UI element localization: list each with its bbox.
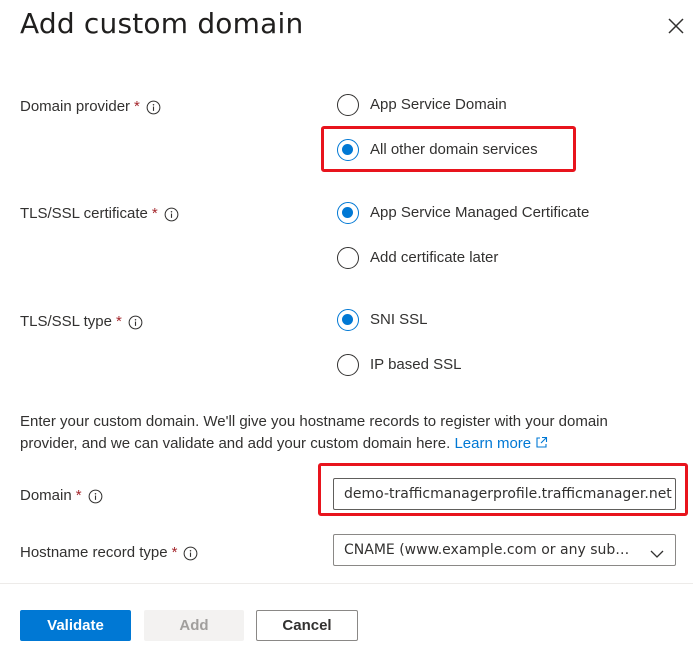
tls-type-label-text: TLS/SSL type xyxy=(20,313,112,330)
required-asterisk: * xyxy=(134,98,140,115)
hostname-record-type-dropdown[interactable]: CNAME (www.example.com or any subdomain) xyxy=(333,534,676,566)
radio-label: App Service Domain xyxy=(370,96,507,113)
validate-button[interactable]: Validate xyxy=(20,610,131,641)
info-icon[interactable] xyxy=(183,546,198,561)
radio-ip-based-ssl[interactable]: IP based SSL xyxy=(337,354,461,376)
required-asterisk: * xyxy=(75,487,82,504)
hostname-record-type-label-text: Hostname record type xyxy=(20,544,168,561)
add-button[interactable]: Add xyxy=(144,610,244,641)
radio-all-other-domain-services[interactable]: All other domain services xyxy=(337,139,538,161)
radio-sni-ssl[interactable]: SNI SSL xyxy=(337,309,428,331)
domain-provider-label-text: Domain provider xyxy=(20,98,131,115)
domain-label-text: Domain xyxy=(20,487,72,504)
info-icon[interactable] xyxy=(128,315,143,330)
domain-input[interactable]: demo-trafficmanagerprofile.trafficmanage… xyxy=(333,478,676,510)
required-asterisk: * xyxy=(116,313,122,330)
tls-certificate-label: TLS/SSL certificate * xyxy=(20,204,179,224)
radio-circle-selected[interactable] xyxy=(337,309,359,331)
learn-more-text: Learn more xyxy=(454,435,532,452)
radio-app-service-managed-certificate[interactable]: App Service Managed Certificate xyxy=(337,202,589,224)
radio-circle[interactable] xyxy=(337,94,359,116)
panel-title: Add custom domain xyxy=(20,7,304,40)
tls-certificate-label-text: TLS/SSL certificate xyxy=(20,205,148,222)
radio-label: App Service Managed Certificate xyxy=(370,204,590,221)
required-asterisk: * xyxy=(171,544,178,561)
radio-circle[interactable] xyxy=(337,247,359,269)
hostname-record-type-label: Hostname record type * xyxy=(20,543,198,563)
info-icon[interactable] xyxy=(146,100,161,115)
radio-add-certificate-later[interactable]: Add certificate later xyxy=(337,247,498,269)
radio-label: All other domain services xyxy=(370,141,538,158)
radio-label: Add certificate later xyxy=(370,249,499,266)
domain-label: Domain * xyxy=(20,486,103,506)
custom-domain-description: Enter your custom domain. We'll give you… xyxy=(20,411,660,455)
learn-more-link[interactable]: Learn more xyxy=(454,435,548,452)
external-link-icon xyxy=(535,434,548,448)
radio-label: IP based SSL xyxy=(370,356,462,373)
info-icon[interactable] xyxy=(88,489,103,504)
radio-label: SNI SSL xyxy=(370,311,428,328)
radio-circle-selected[interactable] xyxy=(337,202,359,224)
radio-circle-selected[interactable] xyxy=(337,139,359,161)
chevron-down-icon xyxy=(649,543,665,559)
radio-app-service-domain[interactable]: App Service Domain xyxy=(337,94,507,116)
close-icon[interactable] xyxy=(664,14,688,38)
domain-provider-label: Domain provider * xyxy=(20,97,161,117)
required-asterisk: * xyxy=(151,205,158,222)
dropdown-selected-value: CNAME (www.example.com or any subdomain) xyxy=(344,542,636,558)
radio-circle[interactable] xyxy=(337,354,359,376)
footer-divider xyxy=(0,583,693,584)
cancel-button[interactable]: Cancel xyxy=(256,610,358,641)
info-icon[interactable] xyxy=(164,207,179,222)
tls-type-label: TLS/SSL type * xyxy=(20,312,143,332)
